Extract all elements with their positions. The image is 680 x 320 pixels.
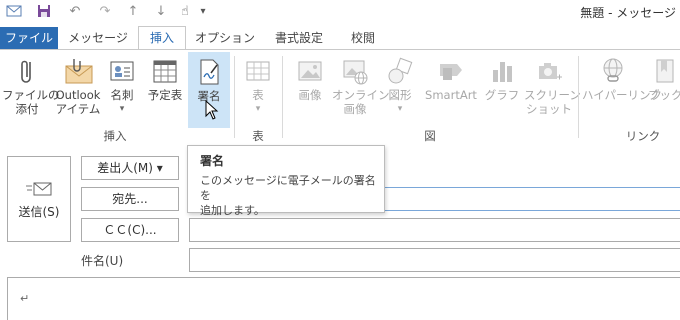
tab-review[interactable]: 校閲 [340, 27, 386, 49]
tab-format-text[interactable]: 書式設定 [264, 27, 334, 49]
save-icon[interactable] [36, 3, 54, 21]
group-label-links: リンク [625, 129, 661, 143]
tab-options[interactable]: オプション [192, 27, 258, 49]
undo-icon[interactable]: ↶ [66, 3, 84, 21]
redo-icon[interactable]: ↷ [96, 3, 114, 21]
table-dropdown-icon: ▾ [255, 104, 261, 114]
pictures-label: 画像 [298, 88, 322, 102]
tooltip-line-2: 追加します。 [200, 204, 265, 217]
group-divider [282, 56, 283, 138]
bookmark-icon [649, 56, 677, 86]
down-arrow-icon[interactable]: ↓ [152, 3, 170, 21]
hyperlink-label: ハイパーリンク [582, 88, 663, 102]
camera-icon [535, 56, 563, 86]
calendar-icon [151, 56, 179, 86]
table-label: 表 [252, 88, 264, 102]
message-body[interactable]: ↵ [7, 277, 680, 320]
calendar-label: 予定表 [147, 88, 183, 102]
bookmark-label: ブックマー [648, 88, 680, 102]
business-card-button[interactable]: 名刺 ▾ [104, 52, 140, 126]
chart-icon [488, 56, 516, 86]
subject-field[interactable] [189, 248, 680, 272]
quick-access-toolbar: ↶ ↷ ↑ ↓ ☝ ▾ 無題 - メッセージ [0, 0, 680, 26]
signature-tooltip: 署名 このメッセージに電子メールの署名を 追加します。 [187, 145, 385, 217]
ribbon-tabs: ファイル メッセージ 挿入 オプション 書式設定 校閲 [0, 26, 680, 50]
envelope-paperclip-icon [64, 56, 93, 86]
group-divider [234, 56, 235, 138]
shapes-dropdown-icon: ▾ [397, 104, 403, 114]
smartart-icon [437, 56, 465, 86]
envelope-icon [6, 3, 24, 21]
bookmark-button[interactable]: ブックマー [646, 52, 680, 126]
attach-label-2: 添付 [15, 102, 39, 116]
send-button[interactable]: 送信(S) [7, 156, 71, 242]
shapes-label: 図形 [388, 88, 412, 102]
paragraph-mark-icon: ↵ [20, 292, 30, 305]
to-button[interactable]: 宛先... [81, 187, 179, 211]
online-pictures-label-2: 画像 [343, 102, 367, 116]
hyperlink-button[interactable]: ハイパーリンク [582, 52, 663, 126]
tab-insert[interactable]: 挿入 [138, 26, 186, 50]
outlook-label-2: アイテム [55, 102, 101, 116]
online-pictures-label-1: オンライン [332, 88, 390, 102]
tab-message[interactable]: メッセージ [64, 27, 132, 49]
tooltip-body: このメッセージに電子メールの署名を 追加します。 [200, 173, 380, 218]
screenshot-label-2: ショット [526, 102, 572, 116]
pictures-button[interactable]: 画像 [290, 52, 330, 126]
attach-label-1: ファイルの [2, 88, 60, 102]
shapes-icon [386, 56, 414, 86]
group-divider [578, 56, 579, 138]
group-label-table: 表 [252, 129, 264, 143]
outlook-label-1: Outlook [55, 88, 101, 102]
touch-mode-icon[interactable]: ☝ [176, 3, 194, 21]
business-card-icon [108, 56, 136, 86]
cc-field[interactable] [189, 218, 680, 242]
send-envelope-icon [26, 181, 52, 197]
smartart-button[interactable]: SmartArt [422, 52, 480, 126]
chart-label: グラフ [484, 88, 520, 102]
from-button[interactable]: 差出人(M) ▾ [81, 156, 179, 180]
group-label-illustrations: 図 [424, 129, 436, 143]
shapes-button[interactable]: 図形 ▾ [380, 52, 420, 126]
chart-button[interactable]: グラフ [482, 52, 522, 126]
group-label-insert: 挿入 [103, 129, 127, 143]
table-icon [244, 56, 272, 86]
attach-file-button[interactable]: ファイルの 添付 [2, 52, 60, 126]
screenshot-label-1: スクリーン [524, 88, 581, 102]
up-arrow-icon[interactable]: ↑ [124, 3, 142, 21]
table-button[interactable]: 表 ▾ [240, 52, 276, 126]
smartart-label: SmartArt [425, 88, 477, 102]
ribbon: ファイルの 添付 Outlook アイテム 名刺 ▾ 予定表 署名 ▾ 挿入 [0, 49, 680, 146]
hyperlink-icon [599, 56, 627, 86]
screenshot-button[interactable]: スクリーン ショット [524, 52, 581, 126]
online-pictures-button[interactable]: オンライン 画像 [332, 52, 390, 126]
business-card-label: 名刺 [110, 88, 134, 102]
cc-button[interactable]: ＣＣ(C)... [81, 218, 179, 242]
tooltip-title: 署名 [200, 154, 225, 168]
customize-qat-icon[interactable]: ▾ [194, 3, 212, 21]
business-card-dropdown-icon: ▾ [119, 104, 125, 114]
outlook-item-button[interactable]: Outlook アイテム [54, 52, 102, 126]
tooltip-line-1: このメッセージに電子メールの署名を [200, 174, 376, 202]
signature-icon [195, 57, 223, 87]
online-picture-icon [341, 56, 369, 86]
tab-file[interactable]: ファイル [0, 27, 58, 49]
calendar-button[interactable]: 予定表 [142, 52, 188, 126]
picture-icon [296, 56, 324, 86]
send-label: 送信(S) [18, 205, 60, 219]
mouse-cursor-icon [205, 100, 219, 120]
paperclip-icon [13, 56, 41, 86]
subject-label: 件名(U) [81, 254, 124, 268]
window-title: 無題 - メッセージ [580, 6, 676, 20]
